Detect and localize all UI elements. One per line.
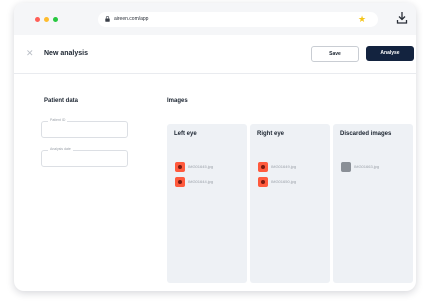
lock-icon (105, 16, 110, 22)
url-text: aireen.com/app (114, 16, 149, 22)
file-name: IMG01663.jpg (354, 164, 380, 169)
browser-window: aireen.com/app ★ ✕ New analysis Save Ana… (14, 3, 416, 291)
app-header: ✕ New analysis Save Analyse (14, 35, 416, 74)
minimize-window-button[interactable] (44, 17, 49, 22)
right-eye-column[interactable]: Right eye IMG01649.jpg IMG01650.jpg (250, 124, 330, 283)
browser-chrome: aireen.com/app ★ (14, 3, 416, 35)
patient-id-label: Patient ID (48, 118, 68, 122)
patient-id-field[interactable]: Patient ID (41, 118, 128, 138)
file-name: IMG01644.jpg (188, 179, 214, 184)
analysis-date-field[interactable]: Analysis date (41, 147, 128, 167)
close-window-button[interactable] (35, 17, 40, 22)
analyse-button[interactable]: Analyse (366, 46, 414, 61)
eye-image-icon (258, 162, 268, 172)
maximize-window-button[interactable] (53, 17, 58, 22)
eye-image-icon (175, 177, 185, 187)
save-button[interactable]: Save (311, 46, 359, 62)
download-icon[interactable] (396, 11, 408, 25)
patient-data-title: Patient data (44, 98, 79, 104)
star-icon[interactable]: ★ (358, 12, 366, 27)
address-bar[interactable]: aireen.com/app ★ (98, 12, 378, 27)
left-eye-column[interactable]: Left eye IMG01645.jpg IMG01644.jpg (167, 124, 247, 283)
column-title: Left eye (174, 131, 197, 137)
file-name: IMG01645.jpg (188, 164, 214, 169)
images-title: Images (167, 98, 188, 104)
file-name: IMG01650.jpg (271, 179, 297, 184)
discarded-images-column[interactable]: Discarded images IMG01663.jpg (333, 124, 413, 283)
column-title: Right eye (257, 131, 285, 137)
analysis-date-label: Analysis date (48, 147, 73, 151)
discarded-image-icon (341, 162, 351, 172)
column-title: Discarded images (340, 131, 392, 137)
page-title: New analysis (44, 50, 88, 57)
close-icon[interactable]: ✕ (26, 48, 34, 59)
file-name: IMG01649.jpg (271, 164, 297, 169)
eye-image-icon (258, 177, 268, 187)
eye-image-icon (175, 162, 185, 172)
